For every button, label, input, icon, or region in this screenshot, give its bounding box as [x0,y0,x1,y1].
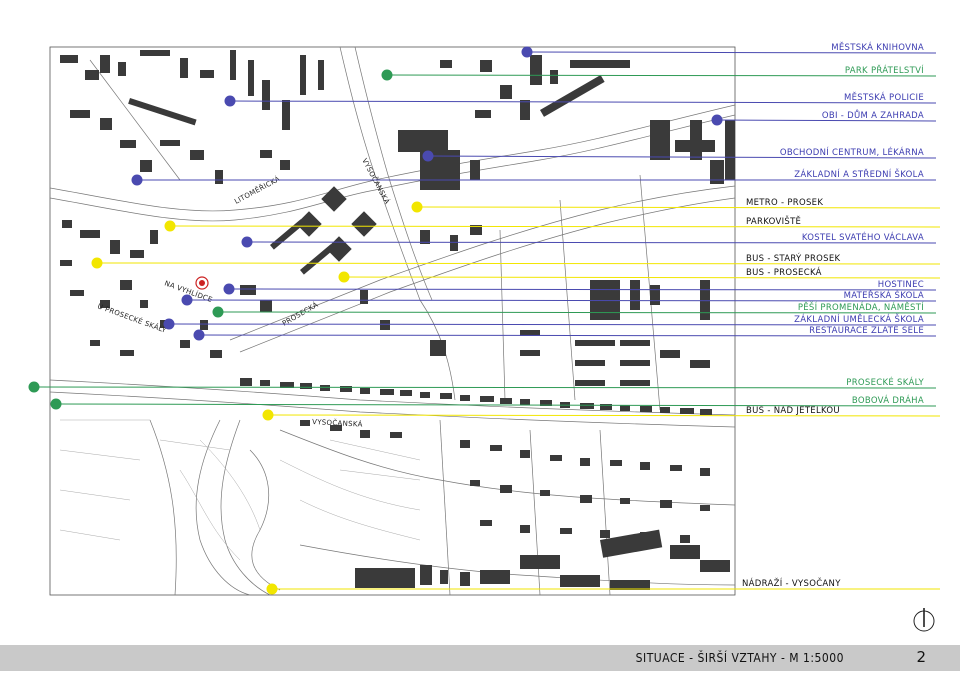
legend-label: OBCHODNÍ CENTRUM, LÉKÁRNA [780,146,924,158]
drawing-title: SITUACE - ŠIRŠÍ VZTAHY - M 1:5000 [635,651,844,665]
legend-label: ZÁKLADNÍ UMĚLECKÁ ŠKOLA [794,313,924,325]
legend-label: PĚŠÍ PROMENÁDA, NÁMĚSTÍ [798,301,924,313]
map-canvas: LITOMĚŘICKÁ VYSOČANSKÁ NA VYHLÍDCE U PRO… [28,41,941,632]
legend-label: NÁDRAŽÍ - VYSOČANY [742,577,841,589]
poi-point[interactable] [181,294,193,306]
legend-label: BUS - NAD JETELKOU [746,406,840,416]
footer-bar: SITUACE - ŠIRŠÍ VZTAHY - M 1:5000 2 [0,645,960,671]
legend-label: ZÁKLADNÍ A STŘEDNÍ ŠKOLA [794,168,924,180]
legend-label: PARKOVIŠTĚ [746,215,801,227]
page-number: 2 [916,648,926,666]
legend-label: MĚSTSKÁ POLICIE [844,91,924,103]
poi-point[interactable] [212,306,224,318]
poi-point[interactable] [521,46,533,58]
legend-label: BUS - STARÝ PROSEK [746,252,841,264]
poi-point[interactable] [711,114,723,126]
legend-label: BUS - PROSECKÁ [746,266,822,278]
legend-label: MĚSTSKÁ KNIHOVNA [831,41,924,53]
legend-label: KOSTEL SVATÉHO VÁCLAVA [802,231,924,243]
legend-label: METRO - PROSEK [746,198,823,208]
north-arrow-icon [913,608,935,632]
poi-point[interactable] [164,220,176,232]
poi-point[interactable] [262,409,274,421]
poi-point[interactable] [338,271,350,283]
poi-point[interactable] [266,583,278,595]
legend-label: PARK PŘÁTELSTVÍ [845,64,924,76]
poi-point[interactable] [28,381,40,393]
legend-label: OBI - DŮM A ZAHRADA [822,109,924,121]
poi-point[interactable] [224,95,236,107]
poi-point[interactable] [223,283,235,295]
poi-point[interactable] [131,174,143,186]
legend-label: MATEŘSKÁ ŠKOLA [844,289,924,301]
poi-point[interactable] [193,329,205,341]
legend-label: PROSECKÉ SKÁLY [846,376,924,388]
poi-point[interactable] [163,318,175,330]
legend-label: RESTAURACE ZLATÉ SELE [809,324,924,336]
poi-point[interactable] [422,150,434,162]
legend-labels: MĚSTSKÁ KNIHOVNA PARK PŘÁTELSTVÍ MĚSTSKÁ P… [742,41,924,589]
poi-point[interactable] [50,398,62,410]
poi-point[interactable] [411,201,423,213]
poi-point[interactable] [91,257,103,269]
poi-point[interactable] [241,236,253,248]
poi-point[interactable] [381,69,393,81]
legend-label: BOBOVÁ DRÁHA [852,394,924,406]
legend-label: HOSTINEC [878,280,924,290]
